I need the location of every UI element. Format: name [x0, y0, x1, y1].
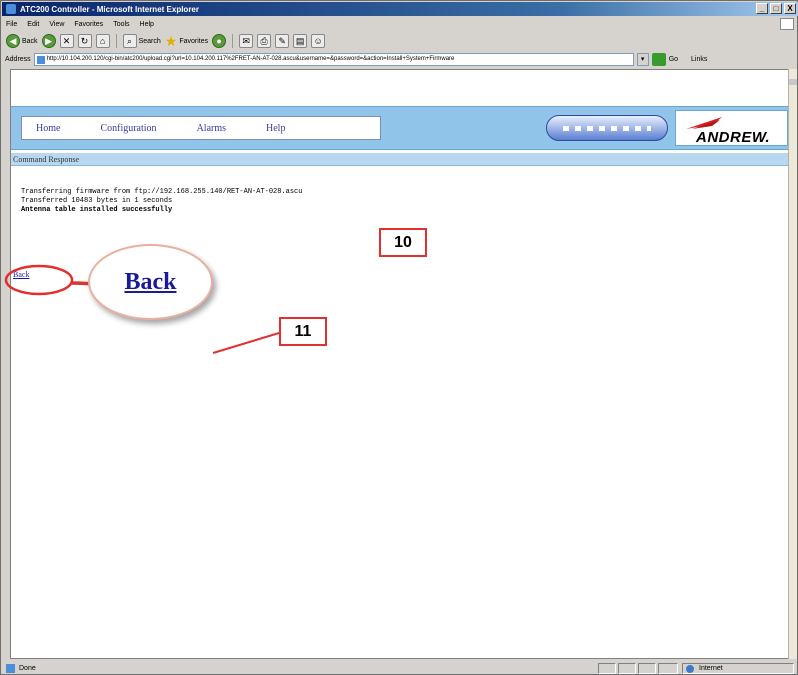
zoom-back-callout: Back: [88, 244, 213, 320]
minimize-button[interactable]: _: [756, 3, 768, 14]
refresh-button[interactable]: ↻: [77, 34, 92, 48]
messenger-button[interactable]: ☺: [311, 34, 326, 48]
step-11-label: 11: [279, 317, 327, 346]
home-button[interactable]: ⌂: [95, 34, 110, 48]
nav-configuration[interactable]: Configuration: [100, 123, 156, 134]
maximize-button[interactable]: □: [770, 3, 782, 14]
menu-view[interactable]: View: [49, 21, 64, 28]
command-output: Transferring firmware from ftp://192.168…: [21, 188, 302, 215]
links-button[interactable]: Links: [691, 56, 707, 63]
window-title: ATC200 Controller - Microsoft Internet E…: [20, 4, 199, 14]
andrew-brand-text: ANDREW.: [696, 129, 771, 146]
status-text: Done: [19, 664, 36, 672]
menu-tools[interactable]: Tools: [113, 21, 129, 28]
title-bar: ATC200 Controller - Microsoft Internet E…: [2, 2, 798, 16]
success-message: Antenna table installed successfully: [21, 206, 173, 214]
go-arrow-icon[interactable]: [651, 52, 666, 66]
folder-button[interactable]: ▤: [293, 34, 308, 48]
windows-flag-icon: [780, 18, 794, 30]
menu-help[interactable]: Help: [140, 21, 154, 28]
page-done-icon: [6, 663, 15, 673]
security-zone: Internet: [682, 663, 794, 674]
close-button[interactable]: X: [784, 3, 796, 14]
scrollbar-thumb[interactable]: [789, 79, 797, 85]
zone-label: Internet: [699, 665, 723, 672]
vertical-scrollbar[interactable]: [788, 69, 797, 659]
main-nav: Home Configuration Alarms Help: [21, 116, 381, 140]
menu-bar: File Edit View Favorites Tools Help: [2, 17, 798, 31]
back-arrow-icon: ◀: [6, 34, 20, 48]
zoom-back-label: Back: [124, 268, 177, 295]
go-button[interactable]: Go: [669, 56, 678, 63]
address-url: http://10.104.200.120/cgi-bin/atc200/upl…: [46, 55, 455, 62]
menu-file[interactable]: File: [6, 21, 17, 28]
back-button[interactable]: ◀ Back: [6, 33, 38, 49]
status-pane: [638, 663, 656, 674]
favorites-star-icon: ★: [164, 33, 178, 49]
address-dropdown-button[interactable]: ▾: [636, 52, 649, 66]
window-controls: _ □ X: [756, 3, 796, 14]
search-icon: ⌕: [122, 34, 137, 48]
page-icon: [36, 55, 45, 64]
status-pane: [618, 663, 636, 674]
nav-alarms[interactable]: Alarms: [197, 123, 226, 134]
nav-help[interactable]: Help: [266, 123, 285, 134]
nav-home[interactable]: Home: [36, 123, 60, 134]
internet-globe-icon: [686, 665, 694, 673]
andrew-swoosh-icon: [686, 117, 722, 129]
favorites-button-label: Favorites: [179, 37, 209, 45]
page-header: Home Configuration Alarms Help ANDREW.: [11, 106, 791, 150]
address-input[interactable]: http://10.104.200.120/cgi-bin/atc200/upl…: [33, 52, 634, 66]
andrew-logo: ANDREW.: [675, 110, 788, 146]
step-10-label: 10: [379, 228, 427, 257]
controller-device-image: [546, 115, 668, 141]
status-pane: [658, 663, 678, 674]
search-button[interactable]: ⌕ Search: [122, 33, 161, 49]
mail-button[interactable]: ✉: [239, 34, 254, 48]
output-line: Transferred 10483 bytes in 1 seconds: [21, 197, 173, 205]
status-pane: [598, 663, 616, 674]
menu-favorites[interactable]: Favorites: [74, 21, 103, 28]
print-button[interactable]: ⎙: [257, 34, 272, 48]
toolbar-separator: [115, 34, 117, 48]
toolbar: ◀ Back ▶ ✕ ↻ ⌂ ⌕ Search ★ Favorites ● ✉ …: [2, 32, 798, 50]
page-viewport: Home Configuration Alarms Help ANDREW. C…: [10, 69, 791, 659]
edit-button[interactable]: ✎: [275, 34, 290, 48]
section-title: Command Response: [11, 153, 791, 166]
menu-edit[interactable]: Edit: [27, 21, 39, 28]
browser-window: ATC200 Controller - Microsoft Internet E…: [0, 0, 798, 675]
media-button[interactable]: ●: [212, 34, 227, 48]
back-link[interactable]: Back: [13, 270, 29, 279]
favorites-button[interactable]: ★ Favorites: [165, 33, 208, 49]
status-bar: Done Internet: [2, 661, 798, 675]
stop-button[interactable]: ✕: [59, 34, 74, 48]
back-button-label: Back: [22, 37, 38, 45]
toolbar-separator: [232, 34, 234, 48]
forward-button[interactable]: ▶: [41, 34, 56, 48]
address-label: Address: [5, 55, 31, 63]
address-bar: Address http://10.104.200.120/cgi-bin/at…: [2, 51, 798, 67]
search-button-label: Search: [138, 37, 161, 45]
ie-icon: [6, 4, 16, 14]
output-line: Transferring firmware from ftp://192.168…: [21, 188, 303, 196]
